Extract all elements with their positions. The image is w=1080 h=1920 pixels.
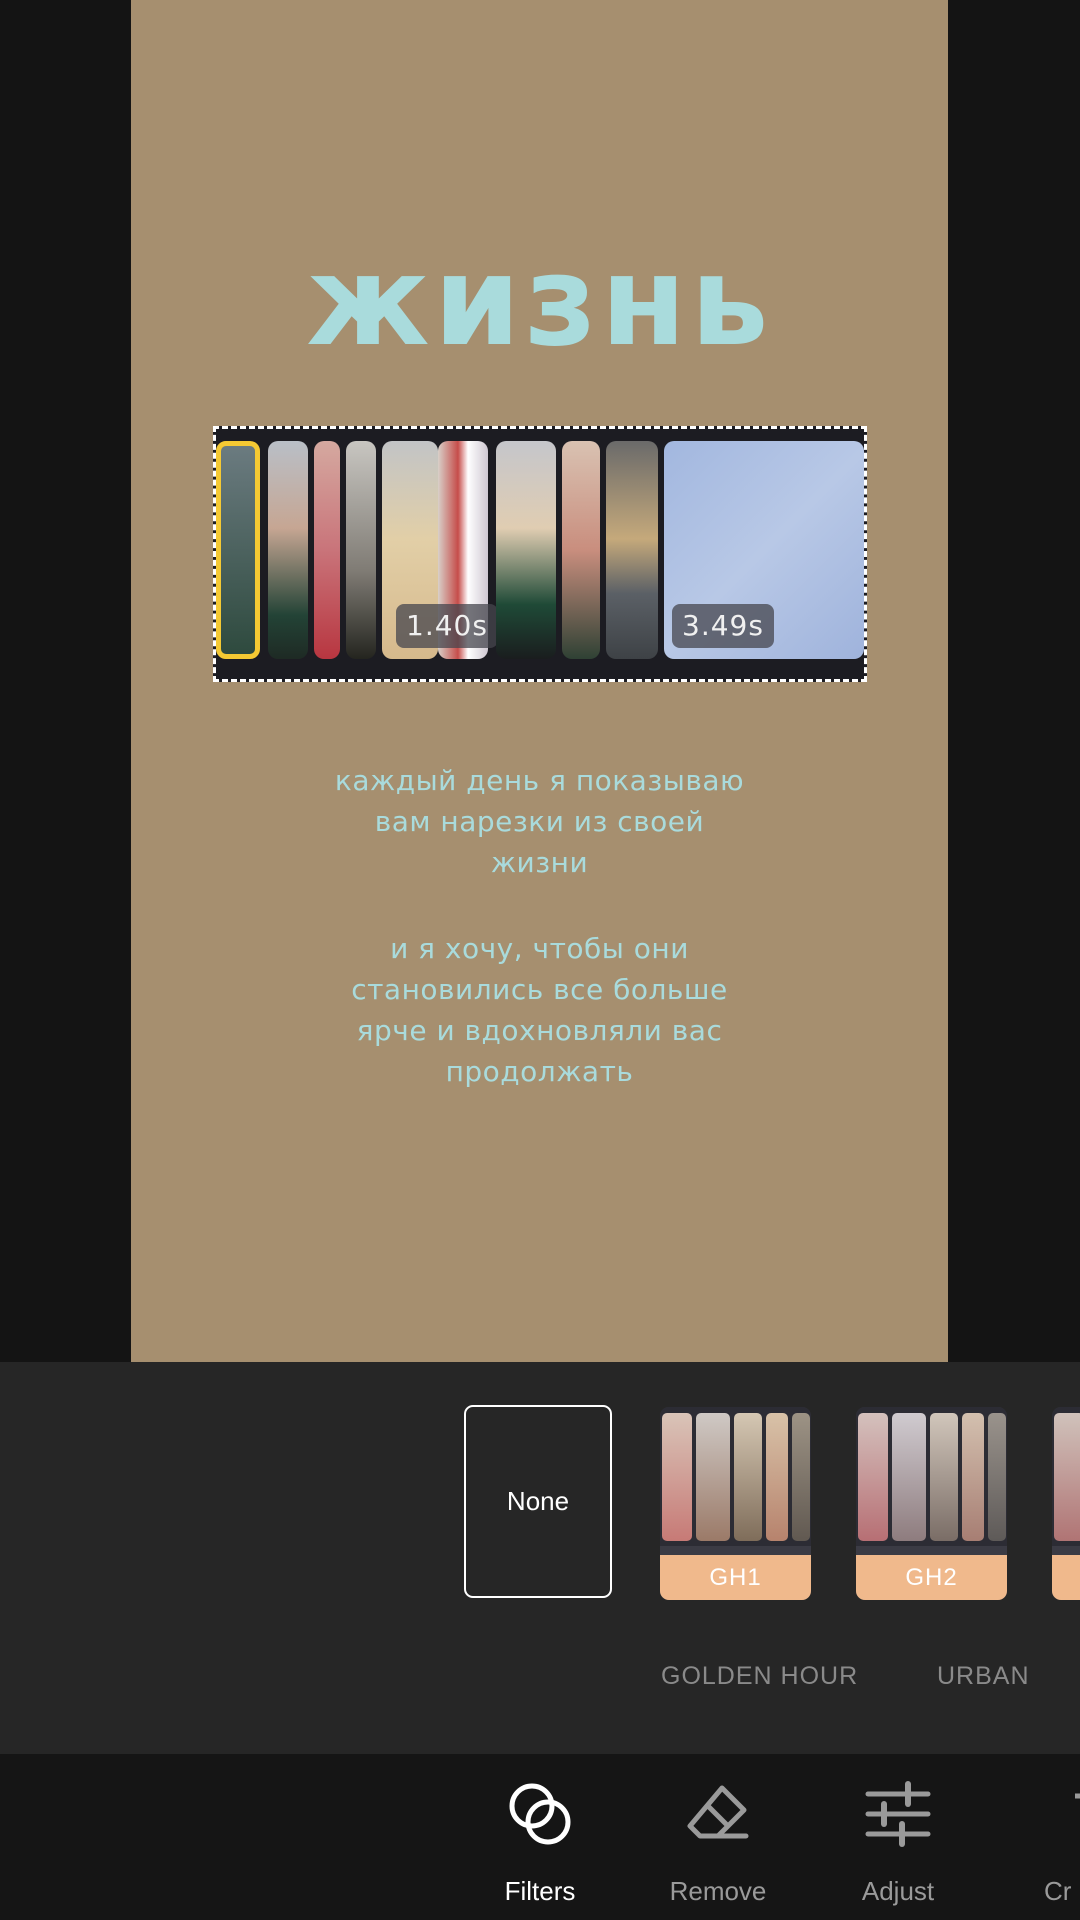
filter-label: GH1 <box>660 1555 811 1600</box>
filter-preview-thumbnail <box>856 1407 1007 1546</box>
tool-label: Cr <box>1044 1876 1072 1906</box>
crop-icon <box>1075 1793 1080 1799</box>
tool-label: Adjust <box>861 1876 935 1906</box>
video-strip[interactable]: 1.40s 3.49s <box>213 426 867 682</box>
story-canvas[interactable]: жизнь 1.40s 3.49s каждый день я показыва… <box>131 0 948 1362</box>
filter-gh1[interactable]: GH1 <box>660 1407 811 1600</box>
tool-label: Remove <box>669 1876 767 1906</box>
caption-line: ярче и вдохновляли вас <box>356 1014 723 1047</box>
filter-preview-thumbnail <box>1052 1407 1080 1546</box>
video-clip[interactable] <box>314 441 340 659</box>
clip-duration-badge: 1.40s <box>396 604 498 648</box>
caption-paragraph-2[interactable]: и я хочу, чтобы они становились все боль… <box>131 928 948 1092</box>
eraser-icon <box>687 1785 749 1839</box>
tool-crop[interactable]: Cr <box>1030 1754 1080 1920</box>
tool-label: Filters <box>504 1876 576 1906</box>
caption-paragraph-1[interactable]: каждый день я показываю вам нарезки из с… <box>131 760 948 883</box>
clip-duration-badge: 3.49s <box>672 604 774 648</box>
filter-label <box>1052 1555 1080 1600</box>
caption-line: каждый день я показываю <box>334 764 745 797</box>
tool-filters[interactable]: Filters <box>465 1754 615 1920</box>
video-clip[interactable] <box>268 441 308 659</box>
caption-line: жизни <box>490 846 589 879</box>
caption-line: и я хочу, чтобы они <box>390 932 689 965</box>
filter-group-urban[interactable]: URBAN <box>937 1662 1030 1691</box>
filter-panel: None GH1 GH2 GOLDEN HOUR URBAN <box>0 1362 1080 1754</box>
filter-preview-thumbnail <box>660 1407 811 1546</box>
filters-icon <box>509 1783 571 1845</box>
filter-group-golden-hour[interactable]: GOLDEN HOUR <box>661 1662 858 1691</box>
filter-label: GH2 <box>856 1555 1007 1600</box>
filter-none-button[interactable]: None <box>464 1405 612 1598</box>
bottom-toolbar: Filters Remove Adjust Cr <box>0 1754 1080 1920</box>
caption-line: вам нарезки из своей <box>374 805 705 838</box>
tool-adjust[interactable]: Adjust <box>823 1754 973 1920</box>
filter-gh2[interactable]: GH2 <box>856 1407 1007 1600</box>
sliders-icon <box>865 1781 931 1847</box>
video-clip[interactable] <box>346 441 376 659</box>
video-clip[interactable] <box>496 441 556 659</box>
story-title[interactable]: жизнь <box>131 240 948 364</box>
filter-partial[interactable] <box>1052 1407 1080 1600</box>
selected-clip[interactable] <box>216 441 260 659</box>
caption-line: становились все больше <box>351 973 728 1006</box>
video-clip[interactable] <box>562 441 600 659</box>
video-clip[interactable] <box>606 441 658 659</box>
tool-remove[interactable]: Remove <box>643 1754 793 1920</box>
caption-line: продолжать <box>445 1055 634 1088</box>
